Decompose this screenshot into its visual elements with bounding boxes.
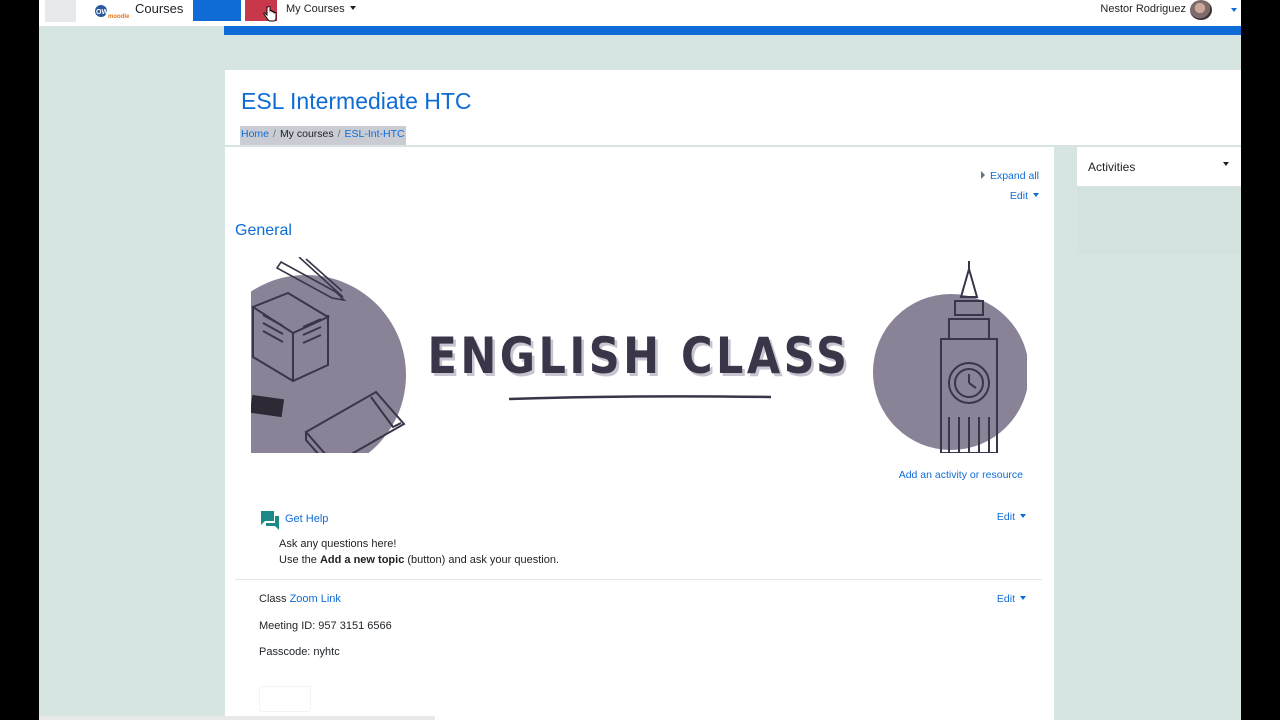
instructions-text: Use the bbox=[279, 554, 320, 566]
header-accent-bar bbox=[224, 26, 1241, 35]
faded-button[interactable] bbox=[259, 686, 311, 712]
avatar[interactable] bbox=[1190, 0, 1212, 20]
breadcrumb-separator: / bbox=[337, 128, 341, 140]
edit-label: Edit bbox=[996, 593, 1015, 605]
svg-text:moodle: moodle bbox=[108, 14, 129, 20]
user-menu-chevron-icon[interactable] bbox=[1231, 8, 1237, 12]
top-navbar: OWL moodle Courses My Courses Nestor Rod… bbox=[39, 0, 1241, 26]
my-courses-menu[interactable]: My Courses bbox=[286, 3, 356, 15]
breadcrumb-home[interactable]: Home bbox=[241, 128, 269, 140]
activities-block-body bbox=[1077, 186, 1241, 254]
nav-blue-button[interactable] bbox=[193, 0, 241, 21]
expand-all-label: Expand all bbox=[989, 170, 1039, 182]
horizontal-scrollbar[interactable] bbox=[39, 716, 435, 720]
zoom-prefix: Class bbox=[259, 593, 290, 605]
get-help-link[interactable]: Get Help bbox=[285, 513, 328, 525]
forum-icon bbox=[261, 511, 279, 530]
chevron-down-icon bbox=[1020, 514, 1026, 518]
get-help-description: Ask any questions here! bbox=[279, 538, 397, 550]
meeting-id: Meeting ID: 957 3151 6566 bbox=[259, 620, 392, 632]
breadcrumb-my-courses: My courses bbox=[279, 128, 334, 140]
banner-underline bbox=[508, 395, 772, 401]
breadcrumb: Home / My courses / ESL-Int-HTC bbox=[240, 126, 406, 145]
activities-block: Activities bbox=[1077, 147, 1241, 186]
instructions-text: (button) and ask your question. bbox=[404, 554, 560, 566]
chevron-down-icon[interactable] bbox=[1223, 162, 1229, 166]
chevron-down-icon bbox=[1033, 193, 1039, 197]
edit-get-help-button[interactable]: Edit bbox=[997, 511, 1026, 523]
course-content: Expand all Edit General ENGLISH CLASS Ad… bbox=[225, 147, 1054, 720]
instructions-bold-text: Add a new topic bbox=[319, 554, 405, 566]
breadcrumb-separator: / bbox=[273, 128, 276, 140]
edit-label: Edit bbox=[1009, 190, 1028, 202]
section-title[interactable]: General bbox=[235, 222, 292, 240]
page-title: ESL Intermediate HTC bbox=[241, 88, 472, 114]
banner-title: ENGLISH CLASS bbox=[427, 327, 851, 385]
chevron-down-icon bbox=[1020, 596, 1026, 600]
brand-title[interactable]: Courses bbox=[135, 1, 183, 16]
expand-all-link[interactable]: Expand all bbox=[980, 170, 1039, 182]
activities-title: Activities bbox=[1088, 160, 1136, 174]
my-courses-label: My Courses bbox=[286, 3, 345, 15]
site-logo[interactable]: OWL moodle bbox=[93, 1, 129, 21]
chevron-down-icon bbox=[349, 6, 356, 10]
hand-cursor-icon bbox=[263, 6, 277, 22]
add-activity-link[interactable]: Add an activity or resource bbox=[899, 469, 1023, 481]
zoom-activity: Class Zoom Link bbox=[259, 593, 341, 605]
browser-viewport: OWL moodle Courses My Courses Nestor Rod… bbox=[39, 0, 1241, 720]
edit-menu-button[interactable]: Edit bbox=[1010, 190, 1039, 202]
breadcrumb-course[interactable]: ESL-Int-HTC bbox=[345, 128, 405, 140]
nav-drawer-toggle[interactable] bbox=[45, 0, 76, 22]
user-name[interactable]: Nestor Rodriguez bbox=[1100, 3, 1186, 15]
page-header: ESL Intermediate HTC Home / My courses / ESL… bbox=[225, 70, 1241, 145]
course-banner-image: ENGLISH CLASS bbox=[251, 257, 1027, 453]
divider bbox=[235, 579, 1042, 580]
edit-label: Edit bbox=[996, 511, 1015, 523]
edit-zoom-button[interactable]: Edit bbox=[997, 593, 1026, 605]
get-help-instructions: Use the Add a new topic (button) and ask… bbox=[279, 554, 559, 566]
caret-right-icon bbox=[980, 171, 985, 179]
zoom-link[interactable]: Zoom Link bbox=[290, 593, 341, 605]
passcode: Passcode: nyhtc bbox=[259, 646, 340, 658]
